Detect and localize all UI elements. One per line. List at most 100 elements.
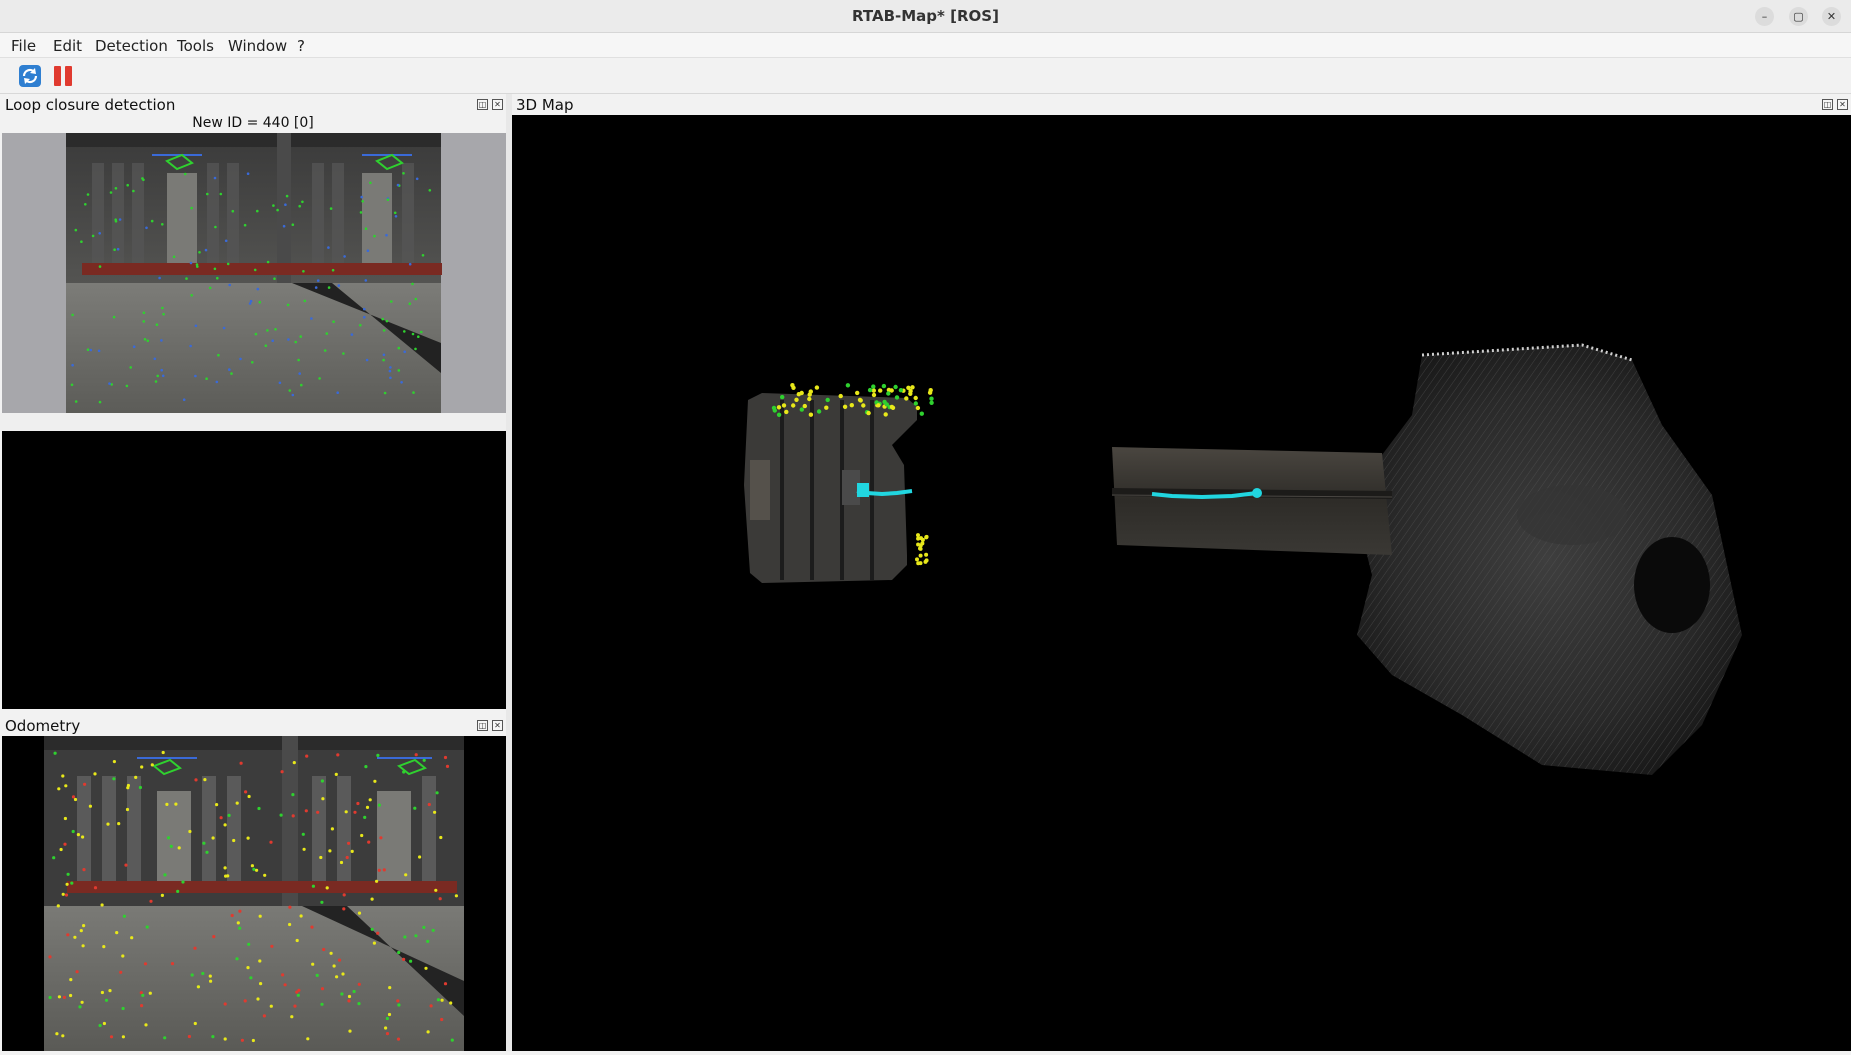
- feature-point: [156, 374, 159, 378]
- feature-point: [183, 172, 187, 176]
- feature-point: [263, 873, 267, 877]
- feature-point: [188, 829, 192, 834]
- feature-point: [375, 879, 379, 883]
- menu-file[interactable]: File: [11, 37, 36, 55]
- feature-point: [450, 1038, 454, 1042]
- pause-button[interactable]: [50, 63, 76, 89]
- feature-point: [149, 899, 153, 903]
- odometry-float-button[interactable]: ◫: [477, 720, 488, 731]
- feature-point: [343, 255, 346, 258]
- feature-point: [232, 838, 236, 843]
- feature-point: [301, 200, 304, 204]
- feature-point: [342, 907, 346, 911]
- feature-point: [379, 836, 383, 840]
- loop-closure-match-image: [2, 431, 506, 709]
- feature-point: [108, 989, 112, 993]
- feature-point: [246, 836, 250, 840]
- refresh-button[interactable]: [17, 63, 43, 89]
- feature-point: [814, 385, 820, 390]
- feature-point: [223, 823, 227, 827]
- feature-point: [294, 340, 298, 344]
- feature-point: [359, 323, 362, 327]
- odometry-image-frame: [2, 736, 506, 1051]
- feature-point: [219, 192, 223, 196]
- feature-point: [114, 218, 117, 221]
- feature-point: [114, 187, 118, 190]
- odometry-close-button[interactable]: ✕: [492, 720, 503, 731]
- map3d-float-button[interactable]: ◫: [1822, 99, 1833, 110]
- feature-point: [228, 283, 231, 287]
- menu-edit[interactable]: Edit: [53, 37, 82, 55]
- feature-point: [243, 223, 247, 227]
- menu-tools[interactable]: Tools: [177, 37, 214, 55]
- feature-point: [913, 395, 918, 401]
- feature-point: [126, 183, 129, 187]
- feature-point: [776, 405, 782, 410]
- feature-point: [73, 797, 78, 802]
- feature-point: [244, 790, 248, 794]
- feature-point: [414, 753, 418, 757]
- loop-closure-separator: [0, 413, 506, 431]
- feature-point: [251, 361, 254, 364]
- feature-point: [124, 863, 128, 867]
- close-button[interactable]: ✕: [1822, 7, 1841, 26]
- feature-point: [429, 1004, 433, 1008]
- feature-point: [102, 945, 106, 949]
- feature-point: [824, 405, 829, 410]
- feature-point: [396, 1037, 401, 1041]
- feature-point: [240, 1038, 244, 1042]
- feature-point: [357, 982, 361, 986]
- feature-point: [332, 320, 335, 323]
- feature-point: [215, 803, 219, 807]
- feature-point: [259, 982, 263, 986]
- corridor-cloud: [1111, 447, 1393, 555]
- minimize-button[interactable]: –: [1755, 7, 1774, 26]
- feature-point: [299, 335, 303, 338]
- feature-point: [929, 400, 934, 405]
- feature-point: [71, 363, 74, 367]
- feature-point: [213, 267, 217, 271]
- feature-point: [48, 955, 52, 959]
- feature-point: [63, 842, 67, 846]
- feature-point: [916, 542, 921, 547]
- feature-point: [158, 276, 161, 280]
- feature-point: [302, 847, 306, 851]
- feature-point: [347, 841, 351, 845]
- window-title: RTAB-Map* [ROS]: [852, 7, 999, 25]
- menu-detection[interactable]: Detection: [95, 37, 168, 55]
- feature-point: [295, 938, 299, 943]
- feature-point: [166, 836, 171, 840]
- feature-point: [61, 892, 65, 896]
- feature-point: [61, 774, 65, 778]
- feature-point: [211, 1035, 215, 1039]
- feature-point: [74, 400, 78, 403]
- feature-point: [163, 1036, 167, 1040]
- feature-point: [842, 404, 848, 409]
- feature-point: [187, 1034, 191, 1039]
- feature-point: [323, 349, 327, 352]
- feature-point: [161, 374, 165, 378]
- feature-point: [224, 239, 228, 243]
- map3d-close-button[interactable]: ✕: [1837, 99, 1848, 110]
- feature-point: [266, 260, 270, 264]
- menu-window[interactable]: Window: [228, 37, 287, 55]
- feature-point: [904, 396, 909, 401]
- loop-closure-close-button[interactable]: ✕: [492, 99, 503, 110]
- feature-point: [258, 914, 262, 918]
- odometry-title: Odometry: [5, 717, 81, 735]
- feature-point: [296, 993, 300, 997]
- feature-point: [776, 412, 782, 417]
- map3d-viewport[interactable]: [512, 115, 1851, 1051]
- feature-point: [150, 763, 154, 767]
- feature-point: [306, 1037, 310, 1041]
- maximize-button[interactable]: ▢: [1789, 7, 1808, 26]
- feature-point: [918, 561, 923, 566]
- menu-help[interactable]: ?: [297, 37, 305, 55]
- feature-point: [53, 751, 57, 755]
- feature-point: [322, 947, 326, 952]
- feature-point: [402, 957, 406, 961]
- feature-point: [389, 376, 392, 380]
- loop-closure-float-button[interactable]: ◫: [477, 99, 488, 110]
- feature-point: [924, 552, 929, 557]
- feature-point: [61, 1034, 65, 1038]
